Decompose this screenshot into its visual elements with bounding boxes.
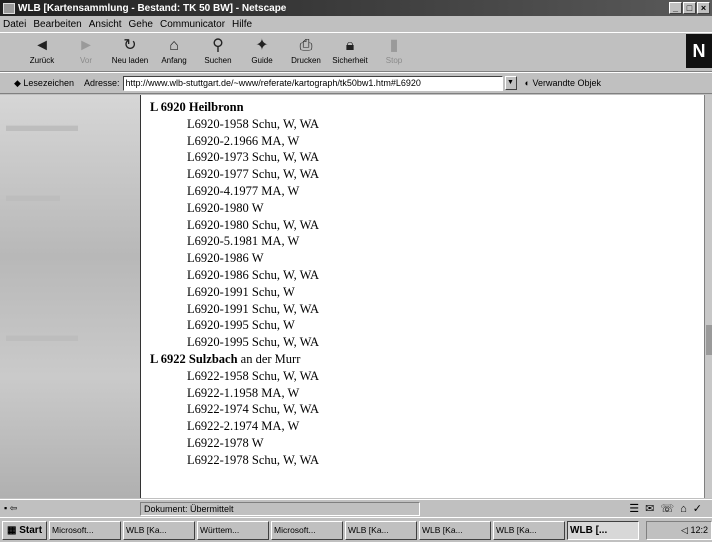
component-bar-icons[interactable]: ☰✉☏⌂✓	[629, 502, 708, 515]
left-frame: ▬▬▬▬ ▬▬▬ ▬▬▬▬	[0, 95, 141, 498]
list-item: L6920-4.1977 MA, W	[187, 183, 300, 198]
netscape-app-icon	[3, 2, 15, 14]
map-sheet-heading: L 6920 Heilbronn	[150, 99, 319, 116]
list-item: L6920-1986 Schu, W, WA	[187, 267, 320, 282]
background-watermark: ▬▬▬	[6, 185, 60, 205]
scroll-thumb[interactable]	[706, 325, 712, 355]
taskbar: ▦ Start Microsoft... WLB [Ka... Württem.…	[0, 517, 712, 542]
menu-bearbeiten[interactable]: Bearbeiten	[33, 19, 81, 30]
map-listing: L 6920 Heilbronn L6920-1958 Schu, W, WA L6…	[150, 99, 319, 469]
url-input[interactable]: http://www.wlb-stuttgart.de/~www/referat…	[122, 75, 503, 91]
background-watermark: ▬▬▬▬	[6, 115, 78, 135]
security-button[interactable]: 🔒︎ Sicherheit	[328, 33, 372, 71]
windows-logo-icon: ▦	[7, 524, 20, 536]
title-bar: WLB [Kartensammlung - Bestand: TK 50 BW]…	[0, 0, 712, 16]
map-sheet-heading: L 6922 Sulzbach an der Murr	[150, 351, 319, 368]
home-icon: ⌂	[169, 37, 179, 54]
menu-bar: Datei Bearbeiten Ansicht Gehe Communicat…	[0, 16, 712, 32]
list-item: L6920-1977 Schu, W, WA	[187, 167, 320, 182]
list-item: L6922-1.1958 MA, W	[187, 385, 300, 400]
map-sheet-subtitle: an der Murr	[237, 351, 301, 366]
reload-button[interactable]: ↻ Neu laden	[108, 33, 152, 71]
maximize-button[interactable]: □	[683, 2, 696, 14]
status-text: Dokument: Übermittelt	[140, 501, 420, 516]
taskbar-item[interactable]: Microsoft...	[271, 520, 344, 540]
window-title: WLB [Kartensammlung - Bestand: TK 50 BW]…	[18, 2, 287, 14]
reload-icon: ↻	[123, 37, 137, 54]
connection-icon: ▪ ⇦	[4, 503, 18, 513]
list-item: L6920-5.1981 MA, W	[187, 234, 300, 249]
list-item: L6920-1958 Schu, W, WA	[187, 116, 320, 131]
menu-hilfe[interactable]: Hilfe	[232, 19, 252, 30]
guide-icon: ✦	[255, 37, 269, 54]
system-tray: ◁ 12:2	[646, 520, 712, 540]
list-item: L6920-1986 W	[187, 251, 264, 266]
list-item: L6920-2.1966 MA, W	[187, 133, 300, 148]
bookmark-icon: ◆	[14, 77, 24, 88]
page-content: ▬▬▬▬ ▬▬▬ ▬▬▬▬ L 6920 Heilbronn L6920-1958…	[0, 95, 704, 498]
menu-communicator[interactable]: Communicator	[160, 19, 225, 30]
list-item: L6922-1974 Schu, W, WA	[187, 402, 320, 417]
print-icon: ⎙	[299, 37, 313, 54]
search-button[interactable]: ⚲ Suchen	[196, 33, 240, 71]
forward-button[interactable]: ► Vor	[64, 33, 108, 71]
related-button[interactable]: ◐ Verwandte Objek	[525, 78, 601, 88]
stop-icon: ▮	[389, 37, 399, 54]
vertical-scrollbar[interactable]	[704, 95, 712, 498]
forward-arrow-icon: ►	[78, 37, 94, 54]
start-button[interactable]: ▦ Start	[2, 520, 48, 540]
list-item: L6922-1978 Schu, W, WA	[187, 452, 320, 467]
list-item: L6922-1978 W	[187, 435, 264, 450]
list-item: L6920-1980 Schu, W, WA	[187, 217, 320, 232]
navigation-toolbar: ◄ Zurück ► Vor ↻ Neu laden ⌂ Anfang ⚲ Suchen …	[0, 32, 712, 72]
taskbar-item[interactable]: WLB [Ka...	[345, 520, 418, 540]
list-item: L6920-1995 Schu, W, WA	[187, 335, 320, 350]
map-sheet-title: L 6920 Heilbronn	[150, 100, 244, 114]
print-button[interactable]: ⎙ Drucken	[284, 33, 328, 71]
guide-button[interactable]: ✦ Guide	[240, 33, 284, 71]
taskbar-item[interactable]: Württem...	[197, 520, 270, 540]
back-button[interactable]: ◄ Zurück	[20, 33, 64, 71]
close-button[interactable]: ×	[697, 2, 710, 14]
taskbar-item-active[interactable]: WLB [...	[567, 520, 640, 540]
taskbar-item[interactable]: WLB [Ka...	[493, 520, 566, 540]
background-watermark: ▬▬▬▬	[6, 325, 78, 345]
list-item: L6922-1958 Schu, W, WA	[187, 368, 320, 383]
location-bar: ◆ Lesezeichen Adresse: http://www.wlb-st…	[0, 72, 712, 94]
taskbar-item[interactable]: WLB [Ka...	[123, 520, 196, 540]
bookmarks-button[interactable]: ◆ Lesezeichen	[14, 78, 74, 89]
status-bar: ▪ ⇦ Dokument: Übermittelt ☰✉☏⌂✓	[0, 499, 712, 517]
security-icon: 🔒︎	[345, 37, 355, 54]
search-icon: ⚲	[212, 37, 224, 54]
taskbar-item[interactable]: Microsoft...	[49, 520, 122, 540]
stop-button[interactable]: ▮ Stop	[372, 33, 416, 71]
menu-datei[interactable]: Datei	[3, 19, 26, 30]
home-button[interactable]: ⌂ Anfang	[152, 33, 196, 71]
minimize-button[interactable]: _	[669, 2, 682, 14]
list-item: L6920-1991 Schu, W	[187, 284, 295, 299]
clock: 12:2	[690, 524, 708, 535]
list-item: L6920-1980 W	[187, 200, 264, 215]
taskbar-item[interactable]: WLB [Ka...	[419, 520, 492, 540]
back-arrow-icon: ◄	[34, 37, 50, 54]
list-item: L6920-1991 Schu, W, WA	[187, 301, 320, 316]
menu-gehe[interactable]: Gehe	[129, 19, 153, 30]
address-label: Adresse:	[83, 78, 120, 88]
list-item: L6920-1973 Schu, W, WA	[187, 150, 320, 165]
menu-ansicht[interactable]: Ansicht	[89, 19, 122, 30]
netscape-logo[interactable]: N	[686, 34, 712, 68]
list-item: L6920-1995 Schu, W	[187, 318, 295, 333]
map-sheet-title: L 6922 Sulzbach	[150, 351, 238, 366]
url-dropdown-icon[interactable]: ▼	[504, 76, 517, 90]
list-item: L6922-2.1974 MA, W	[187, 419, 300, 434]
